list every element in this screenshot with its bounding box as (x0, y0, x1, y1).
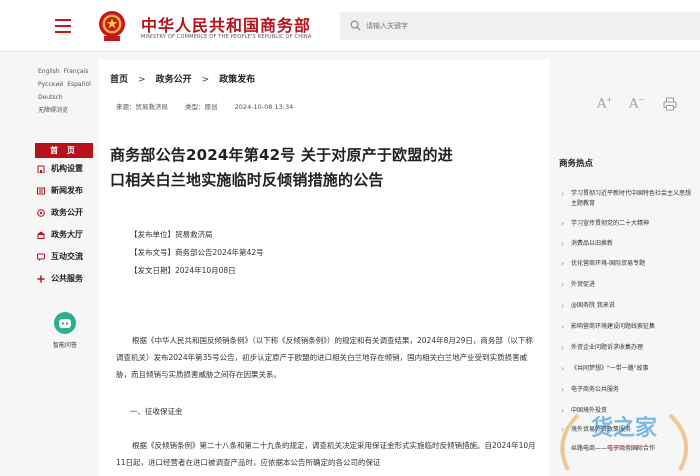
search-input[interactable] (366, 12, 686, 40)
breadcrumb-government-affairs[interactable]: 政务公开 (156, 75, 192, 85)
breadcrumb: 首页 > 政务公开 > 政策发布 (110, 72, 255, 85)
font-smaller-button[interactable]: A− (629, 96, 644, 111)
language-row-1: English Français (38, 66, 98, 78)
side-nav-label: 政务公开 (51, 208, 83, 217)
menu-icon[interactable] (55, 19, 71, 33)
article-source: 来源：贸易救济局 (116, 103, 168, 111)
side-nav-label: 机构设置 (51, 164, 83, 173)
side-nav-government-affairs[interactable]: 政务公开 (35, 202, 93, 224)
article-title-line: 口相关白兰地实施临时反倾销措施的公告 (110, 171, 384, 189)
article-panel: 首页 > 政务公开 > 政策发布 来源：贸易救济局 类型：原创 2024-10-08 1… (98, 60, 550, 476)
side-nav-interaction[interactable]: 互动交流 (35, 246, 93, 268)
language-row-2: Русский Español (38, 79, 98, 91)
lang-spanish[interactable]: Español (67, 81, 91, 88)
robot-icon (54, 312, 76, 334)
font-larger-button[interactable]: A+ (597, 96, 612, 111)
article-doc-number: 【发布文号】商务部公告2024年第42号 (130, 248, 264, 257)
article-section-heading: 一、征收保证金 (130, 407, 183, 416)
hot-topic-item[interactable]: 学习贯彻习近平新时代中国特色社会主义思想主题教育 (559, 189, 691, 219)
hot-topic-item[interactable]: 消费品以旧换新 (559, 239, 691, 259)
article-issuer: 【发布单位】贸易救济局 (130, 230, 213, 239)
side-nav-home[interactable]: 首 页 (35, 143, 93, 158)
hot-topic-item[interactable]: @国务院 我来说 (559, 301, 691, 322)
lang-french[interactable]: Français (64, 68, 89, 75)
side-nav-public-service[interactable]: 公共服务 (35, 268, 93, 290)
news-icon (37, 187, 45, 195)
article-issue-date: 【发文日期】2024年10月08日 (130, 266, 236, 275)
chevron-right-icon: > (201, 75, 210, 85)
side-nav-label: 新闻发布 (51, 186, 83, 195)
side-nav-organization[interactable]: 机构设置 (35, 158, 93, 180)
language-row-3: Deutsch (38, 92, 98, 104)
hot-topic-item[interactable]: 外贸促进 (559, 280, 691, 301)
assistant-label: 智能问答 (52, 342, 77, 349)
watermark-url: 56hz.com (609, 444, 643, 452)
article-date: 2024-10-08 13:34 (234, 103, 294, 111)
lang-german[interactable]: Deutsch (38, 94, 63, 101)
side-nav: 首 页 机构设置 新闻发布 政务公开 政务大厅 互动交流 公共服务 (35, 143, 93, 290)
search-box[interactable] (340, 12, 700, 40)
print-icon[interactable] (663, 97, 677, 111)
side-nav-label: 政务大厅 (51, 230, 83, 239)
article-paragraph: 根据《中华人民共和国反倾销条例》（以下称《反倾销条例》）的规定和有关调查结果，2… (116, 332, 536, 383)
accessibility-link[interactable]: 无障碍浏览 (38, 107, 68, 114)
smart-assistant[interactable]: 智能问答 (41, 312, 89, 349)
font-larger-label: A (597, 96, 607, 112)
chat-icon (37, 253, 45, 261)
service-icon (37, 275, 45, 283)
building-icon (37, 165, 45, 173)
hot-topic-item[interactable]: 影响营商环境建设问题线索征集 (559, 322, 691, 343)
hall-icon (37, 231, 45, 239)
side-nav-news[interactable]: 新闻发布 (35, 180, 93, 202)
hot-topic-item[interactable]: 《共同梦想》"一带一路"故事 (559, 364, 691, 385)
article-title-line: 商务部公告2024年第42号 关于对原产于欧盟的进 (110, 146, 453, 164)
hot-topics-title: 商务热点 (559, 159, 594, 169)
hot-topic-item[interactable]: 优化营商环境-国际贸易专题 (559, 259, 691, 280)
breadcrumb-policy-release[interactable]: 政策发布 (219, 75, 255, 85)
hot-topic-item[interactable]: 学习宣传贯彻党的二十大精神 (559, 219, 691, 239)
font-smaller-label: A (629, 96, 639, 112)
site-subtitle: MINISTRY OF COMMERCE OF THE PEOPLE'S REP… (141, 34, 312, 40)
paragraph-text: 根据《中华人民共和国反倾销条例》（以下称《反倾销条例》）的规定和有关调查结果，2… (116, 336, 533, 379)
chevron-right-icon: > (138, 75, 146, 85)
site-title[interactable]: 中华人民共和国商务部 (141, 12, 311, 36)
article-title: 商务部公告2024年第42号 关于对原产于欧盟的进 口相关白兰地实施临时反倾销措… (110, 143, 540, 193)
side-nav-service-hall[interactable]: 政务大厅 (35, 224, 93, 246)
national-emblem-icon[interactable] (97, 10, 127, 42)
lang-russian[interactable]: Русский (38, 81, 63, 88)
breadcrumb-home[interactable]: 首页 (110, 75, 128, 85)
hot-topic-item[interactable]: 外资企业问题诉求收集办理 (559, 343, 691, 364)
watermark-text: 货之家 (591, 415, 658, 441)
watermark-logo: 货之家 56hz.com (560, 413, 688, 471)
language-row-4: 无障碍浏览 (38, 105, 98, 117)
site-header: 中华人民共和国商务部 MINISTRY OF COMMERCE OF THE P… (0, 0, 700, 52)
article-paragraph: 根据《反倾销条例》第二十八条和第二十九条的规定，调查机关决定采用保证金形式实施临… (116, 437, 536, 471)
search-icon[interactable] (350, 20, 361, 31)
side-nav-label: 公共服务 (51, 274, 83, 283)
side-nav-label: 互动交流 (51, 252, 83, 261)
lang-english[interactable]: English (38, 68, 60, 75)
document-icon (37, 209, 45, 217)
paragraph-text: 根据《反倾销条例》第二十八条和第二十九条的规定，调查机关决定采用保证金形式实施临… (116, 441, 536, 467)
article-meta: 来源：贸易救济局 类型：原创 2024-10-08 13:34 (116, 101, 308, 111)
article-type: 类型：原创 (185, 103, 218, 111)
